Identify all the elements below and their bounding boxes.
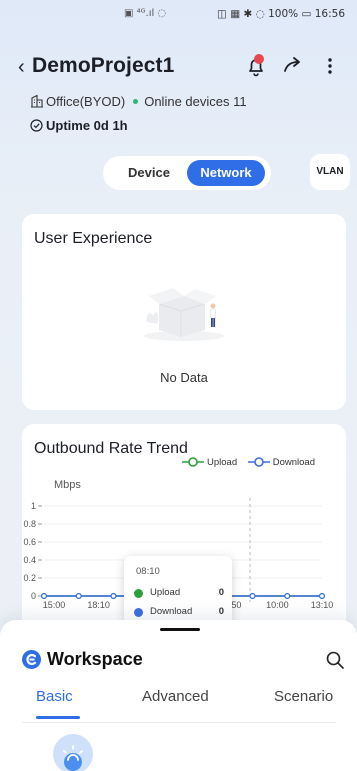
legend-item-upload[interactable]: Upload	[182, 456, 237, 468]
tooltip-upload-value: 0	[218, 587, 224, 598]
data-point[interactable]	[284, 592, 291, 599]
more-options-icon[interactable]	[322, 54, 338, 78]
tab-basic[interactable]: Basic	[36, 688, 73, 705]
y-tick-label: 1	[31, 501, 36, 511]
signal-icons: ▣ ⁴ᴳ.ıl ◌	[124, 8, 167, 19]
notification-button[interactable]	[244, 54, 268, 78]
tooltip-download-dot	[134, 608, 143, 617]
legend-download-marker	[247, 457, 270, 467]
notification-badge	[254, 54, 264, 64]
data-point[interactable]	[249, 592, 256, 599]
legend-download-label: Download	[272, 457, 315, 468]
data-point[interactable]	[75, 592, 82, 599]
site-info: Office(BYOD) Online devices 11	[30, 94, 247, 109]
legend-upload-label: Upload	[207, 457, 238, 468]
tab-network[interactable]: Network	[187, 160, 265, 186]
back-icon[interactable]: ‹	[18, 56, 32, 78]
x-tick-label: 13:10	[311, 600, 334, 610]
legend-upload-marker	[182, 457, 204, 467]
chart-legend: Upload Download	[182, 456, 323, 468]
search-icon[interactable]	[325, 650, 345, 670]
workspace-title: Workspace	[47, 649, 143, 669]
battery-level: 100%	[268, 8, 299, 20]
status-bar: ▣ ⁴ᴳ.ıl ◌ ◫ ▦ ✱ ◌ 100% ▭ 16:56	[0, 0, 357, 32]
status-icons: ◫ ▦ ✱ ◌	[216, 8, 269, 20]
uptime-row: Uptime 0d 1h	[30, 118, 128, 133]
building-icon	[31, 94, 43, 108]
app-header: ‹ DemoProject1	[0, 50, 357, 86]
tooltip-download-value: 0	[218, 606, 224, 617]
online-status-dot	[133, 99, 139, 104]
chart-tooltip: 08:10 Upload 0 Download 0	[124, 556, 232, 624]
y-tick-label: 0.2	[23, 573, 36, 583]
x-tick-label: 15:00	[43, 600, 66, 610]
chart-title: Outbound Rate Trend	[34, 440, 188, 457]
vlan-button[interactable]: VLAN	[310, 154, 350, 190]
no-data-text: No Data	[160, 370, 208, 385]
tab-scenario[interactable]: Scenario	[274, 688, 333, 705]
y-tick-label: 0.6	[23, 537, 36, 547]
data-point[interactable]	[41, 592, 48, 599]
empty-box-illustration	[144, 288, 224, 341]
y-tick-label: 0.8	[23, 519, 36, 529]
status-right: ◫ ▦ ✱ ◌ 100% ▭ 16:56	[217, 8, 345, 20]
y-tick-label: 0	[31, 591, 36, 601]
x-tick-label: 10:00	[266, 600, 289, 610]
legend-item-download[interactable]: Download	[247, 456, 315, 468]
office-name[interactable]: Office(BYOD)	[46, 94, 125, 109]
y-tick-label: 0.4	[23, 555, 36, 565]
workspace-sheet: Workspace Basic Advanced Scenario	[0, 620, 357, 771]
share-icon[interactable]	[282, 54, 304, 76]
y-axis-label: Mbps	[54, 479, 81, 491]
tooltip-upload-label: Upload	[150, 587, 181, 598]
tooltip-time: 08:10	[136, 566, 160, 577]
tabs-divider	[22, 722, 336, 723]
tooltip-download-row: Download 0	[134, 605, 224, 619]
clock-time: 16:56	[314, 8, 345, 20]
tooltip-upload-row: Upload 0	[134, 586, 224, 600]
tab-advanced[interactable]: Advanced	[142, 688, 209, 705]
clock-check-icon	[30, 119, 43, 132]
data-point[interactable]	[110, 592, 117, 599]
active-tab-indicator	[36, 716, 80, 719]
user-experience-card: User Experience No Data	[22, 214, 346, 410]
uptime-text: Uptime 0d 1h	[46, 118, 128, 133]
tooltip-download-label: Download	[150, 606, 193, 617]
workspace-logo-icon	[22, 650, 41, 669]
workspace-tabs: Basic Advanced Scenario	[0, 686, 357, 722]
online-devices-count: Online devices 11	[144, 94, 247, 109]
x-tick-label: 18:10	[87, 600, 110, 610]
lightbulb-tool-icon[interactable]	[53, 734, 93, 771]
project-title: DemoProject1	[32, 54, 175, 77]
battery-icon: ▭	[301, 8, 315, 20]
data-point[interactable]	[319, 592, 326, 599]
sheet-drag-handle[interactable]	[160, 628, 200, 631]
tooltip-upload-dot	[134, 589, 143, 598]
tab-device[interactable]: Device	[113, 158, 185, 188]
view-toggle: Device Network	[103, 156, 271, 190]
user-experience-title: User Experience	[34, 230, 153, 247]
